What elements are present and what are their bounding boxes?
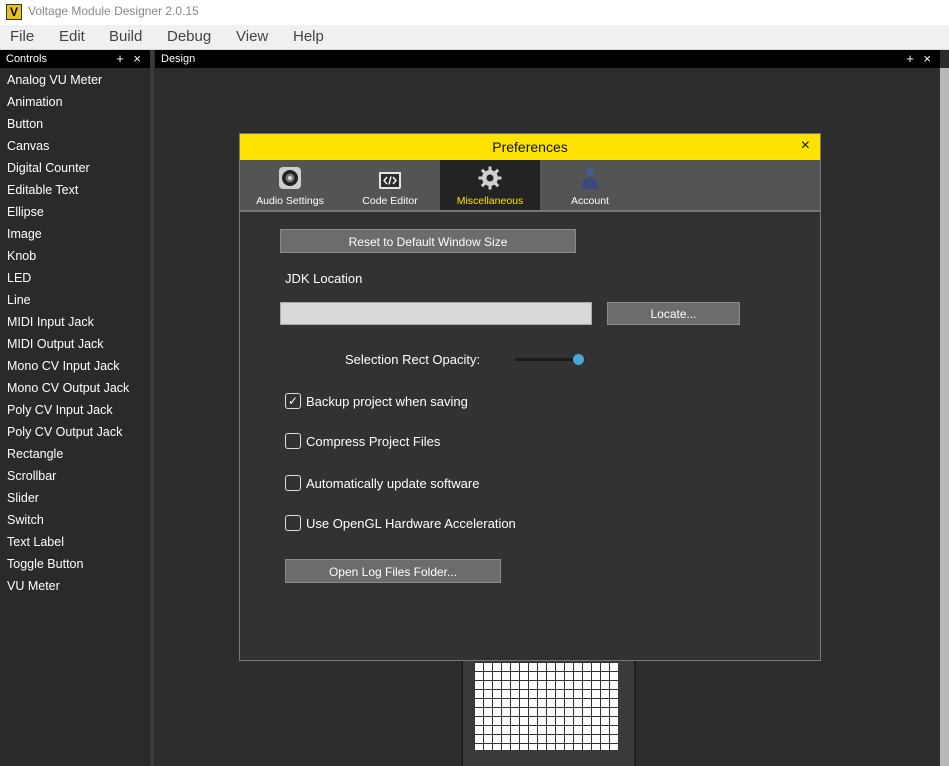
dialog-title: Preferences (492, 139, 568, 155)
module-grid-image (474, 662, 618, 750)
control-item[interactable]: Poly CV Input Jack (7, 403, 113, 417)
control-item[interactable]: Image (7, 227, 42, 241)
code-editor-icon (379, 167, 401, 189)
controls-panel-window-buttons[interactable]: + × (116, 51, 144, 66)
menu-view[interactable]: View (236, 28, 268, 45)
reset-window-size-button[interactable]: Reset to Default Window Size (280, 229, 576, 253)
control-item[interactable]: Switch (7, 513, 44, 527)
compress-checkbox-label[interactable]: Compress Project Files (306, 434, 440, 449)
menu-help[interactable]: Help (293, 28, 324, 45)
tab-label: Audio Settings (256, 195, 324, 207)
opengl-checkbox[interactable] (285, 515, 301, 531)
menu-file[interactable]: File (10, 28, 34, 45)
design-panel-window-buttons[interactable]: + × (906, 51, 934, 66)
control-item[interactable]: Analog VU Meter (7, 73, 102, 87)
control-item[interactable]: Mono CV Input Jack (7, 359, 120, 373)
controls-panel: Analog VU Meter Animation Button Canvas … (0, 68, 150, 766)
speaker-icon (279, 167, 301, 189)
control-item[interactable]: Text Label (7, 535, 64, 549)
control-item[interactable]: VU Meter (7, 579, 60, 593)
menu-bar: File Edit Build Debug View Help (0, 25, 949, 50)
tab-account[interactable]: Account (540, 160, 640, 210)
panel-splitter[interactable] (150, 50, 154, 766)
control-item[interactable]: Scrollbar (7, 469, 56, 483)
control-item[interactable]: Slider (7, 491, 39, 505)
user-icon (582, 167, 598, 189)
control-item[interactable]: MIDI Input Jack (7, 315, 94, 329)
gear-icon (478, 166, 502, 190)
menu-build[interactable]: Build (109, 28, 142, 45)
menu-debug[interactable]: Debug (167, 28, 211, 45)
control-item[interactable]: Rectangle (7, 447, 63, 461)
control-item[interactable]: Canvas (7, 139, 49, 153)
title-bar: V Voltage Module Designer 2.0.15 (0, 0, 949, 25)
tab-code-editor[interactable]: Code Editor (340, 160, 440, 210)
design-panel-header: Design + × (155, 50, 940, 68)
opengl-checkbox-label[interactable]: Use OpenGL Hardware Acceleration (306, 516, 516, 531)
preferences-dialog: Preferences × Audio Settings Code Editor (239, 133, 821, 661)
auto-update-checkbox[interactable] (285, 475, 301, 491)
control-item[interactable]: Line (7, 293, 31, 307)
preferences-tabs: Audio Settings Code Editor Miscellaneous… (240, 160, 820, 212)
open-log-folder-button[interactable]: Open Log Files Folder... (285, 559, 501, 583)
control-item[interactable]: MIDI Output Jack (7, 337, 104, 351)
tab-miscellaneous[interactable]: Miscellaneous (440, 160, 540, 210)
control-item[interactable]: Button (7, 117, 43, 131)
selection-opacity-label: Selection Rect Opacity: (345, 352, 481, 367)
jdk-location-label: JDK Location (285, 271, 363, 286)
tab-label: Miscellaneous (456, 195, 524, 207)
control-item[interactable]: Poly CV Output Jack (7, 425, 122, 439)
control-item[interactable]: Animation (7, 95, 63, 109)
controls-panel-title: Controls (6, 53, 47, 65)
app-logo-icon: V (6, 4, 22, 20)
compress-checkbox[interactable] (285, 433, 301, 449)
menu-edit[interactable]: Edit (59, 28, 85, 45)
checkmark-icon: ✓ (288, 394, 299, 408)
tab-label: Code Editor (362, 195, 418, 207)
controls-panel-header: Controls + × (0, 50, 150, 68)
control-item[interactable]: Knob (7, 249, 36, 263)
locate-button[interactable]: Locate... (607, 302, 740, 325)
design-panel-title: Design (161, 53, 196, 65)
dialog-header: Preferences × (240, 134, 820, 160)
slider-thumb[interactable] (572, 354, 584, 365)
control-item[interactable]: Ellipse (7, 205, 44, 219)
jdk-location-input[interactable] (280, 302, 592, 325)
control-item[interactable]: Digital Counter (7, 161, 90, 175)
vertical-scrollbar[interactable] (940, 68, 949, 766)
control-item[interactable]: Editable Text (7, 183, 78, 197)
control-item[interactable]: Toggle Button (7, 557, 83, 571)
control-item[interactable]: LED (7, 271, 31, 285)
control-item[interactable]: Mono CV Output Jack (7, 381, 129, 395)
backup-checkbox[interactable]: ✓ (285, 393, 301, 409)
backup-checkbox-label[interactable]: Backup project when saving (306, 394, 468, 409)
close-icon[interactable]: × (801, 138, 810, 154)
tab-label: Account (571, 195, 609, 207)
auto-update-checkbox-label[interactable]: Automatically update software (306, 476, 479, 491)
window-title: Voltage Module Designer 2.0.15 (28, 4, 199, 18)
tab-audio-settings[interactable]: Audio Settings (240, 160, 340, 210)
